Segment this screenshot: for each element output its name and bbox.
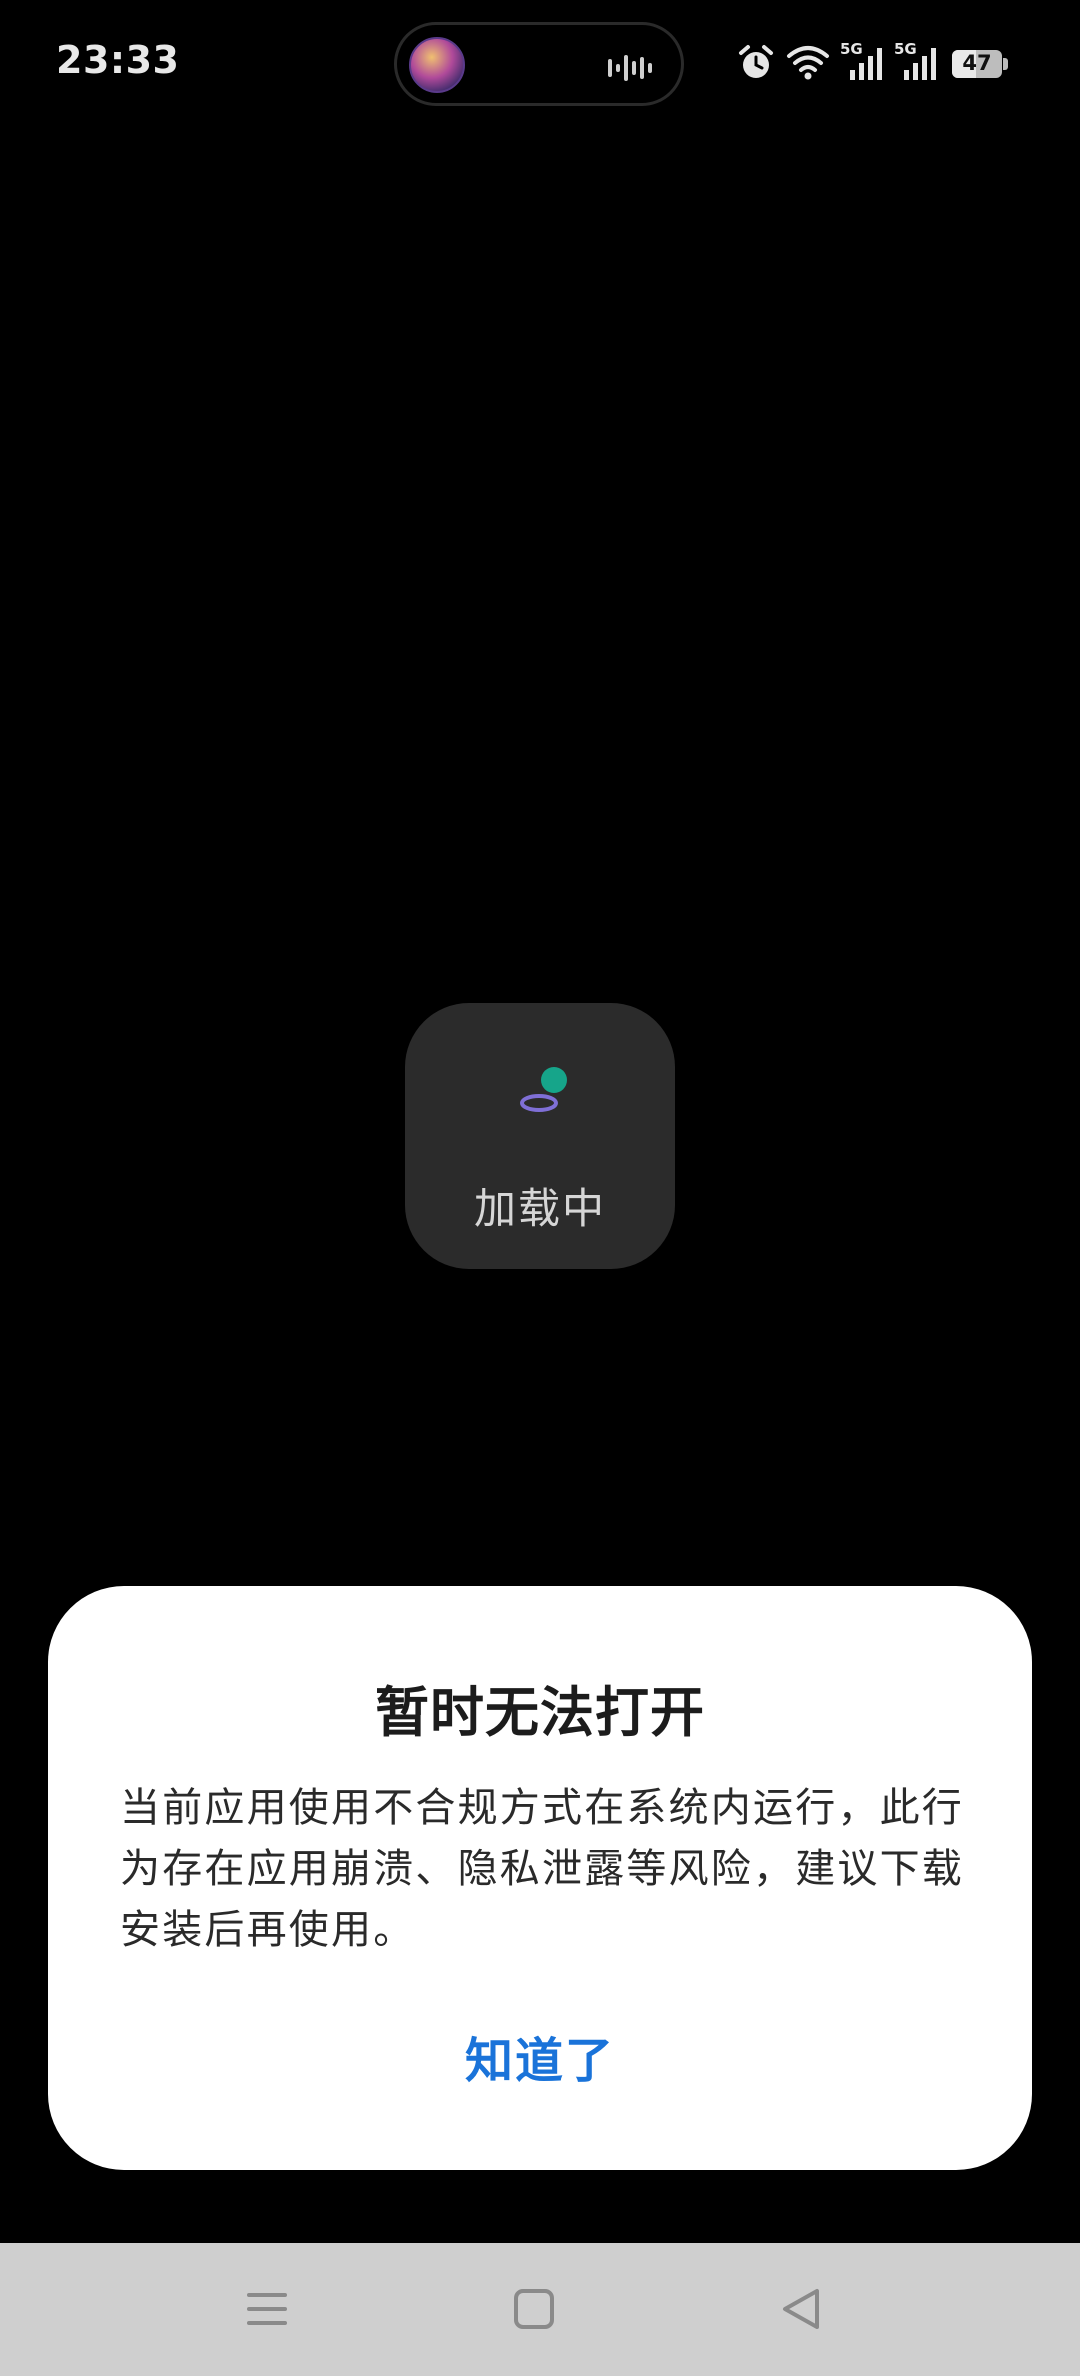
signal-2: 5G bbox=[894, 40, 940, 84]
loading-indicator: 加载中 bbox=[405, 1003, 675, 1269]
loading-label: 加载中 bbox=[473, 1184, 606, 1233]
dialog-title: 暂时无法打开 bbox=[375, 1681, 705, 1744]
signal-1: 5G bbox=[840, 40, 886, 84]
error-dialog: 暂时无法打开 当前应用使用不合规方式在系统内运行，此行为存在应用崩溃、隐私泄露等… bbox=[48, 1586, 1032, 2170]
signal-bars-icon bbox=[904, 48, 936, 80]
home-icon[interactable] bbox=[498, 2273, 570, 2345]
signal-bars-icon bbox=[850, 48, 882, 80]
alarm-icon bbox=[739, 45, 773, 78]
status-icons: 5G 5G 47 bbox=[738, 40, 1038, 88]
audio-wave-icon bbox=[608, 55, 652, 81]
back-icon[interactable] bbox=[765, 2273, 837, 2345]
battery-level: 47 bbox=[962, 51, 992, 75]
battery-indicator: 47 bbox=[952, 50, 1010, 78]
navigation-bar bbox=[0, 2243, 1080, 2376]
dynamic-island[interactable] bbox=[394, 22, 684, 106]
menu-icon[interactable] bbox=[231, 2273, 303, 2345]
dialog-message: 当前应用使用不合规方式在系统内运行，此行为存在应用崩溃、隐私泄露等风险，建议下载… bbox=[120, 1785, 964, 1953]
status-time: 23:33 bbox=[56, 38, 180, 82]
status-bar: 23:33 5G 5G 47 bbox=[0, 0, 1080, 130]
loading-spinner-icon bbox=[520, 1067, 567, 1112]
media-avatar-icon[interactable] bbox=[409, 37, 465, 93]
wifi-icon bbox=[787, 46, 829, 80]
confirm-button[interactable]: 知道了 bbox=[390, 2016, 690, 2106]
